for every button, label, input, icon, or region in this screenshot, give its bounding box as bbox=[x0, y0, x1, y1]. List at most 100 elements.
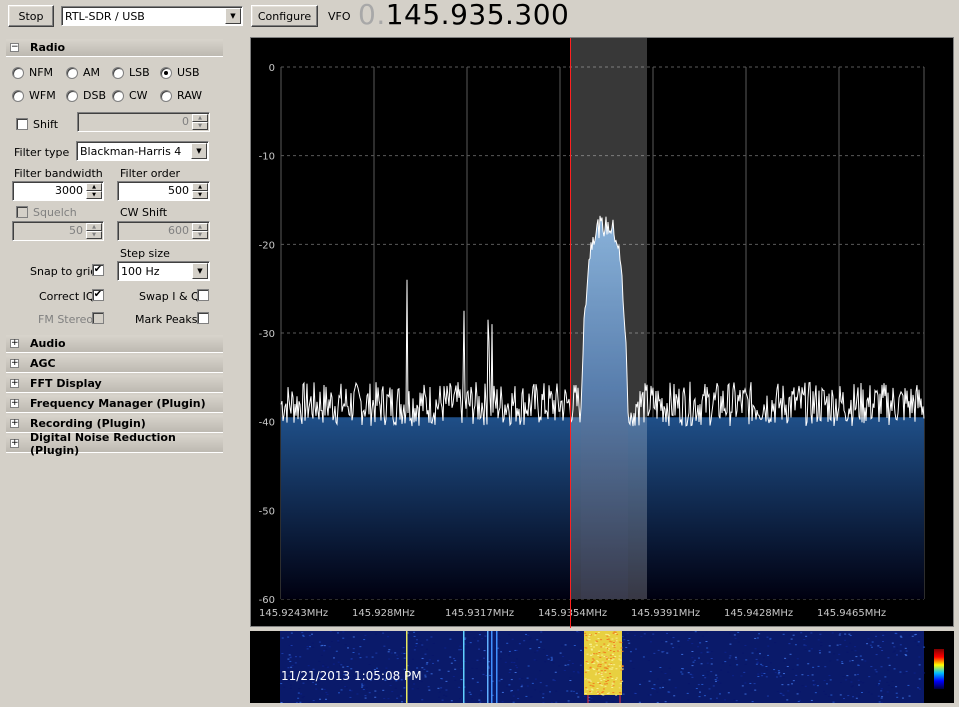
waterfall-pixel bbox=[449, 638, 452, 640]
waterfall-signal-pixel bbox=[613, 664, 616, 666]
shift-checkbox[interactable] bbox=[16, 118, 28, 130]
waterfall-signal-pixel bbox=[590, 649, 593, 651]
waterfall-pixel bbox=[403, 658, 406, 660]
waterfall-pixel bbox=[302, 696, 305, 698]
mode-radio-wfm[interactable]: WFM bbox=[12, 89, 56, 102]
chevron-down-icon[interactable]: ▼ bbox=[192, 263, 208, 279]
stop-button[interactable]: Stop bbox=[8, 5, 54, 27]
source-select[interactable]: RTL-SDR / USB ▼ bbox=[61, 6, 243, 26]
waterfall-pixel bbox=[687, 672, 690, 674]
waterfall-pixel bbox=[371, 656, 374, 658]
waterfall-pixel bbox=[309, 646, 312, 648]
chevron-down-icon[interactable]: ▼ bbox=[191, 143, 207, 159]
waterfall-signal-pixel bbox=[606, 634, 609, 636]
waterfall-pixel bbox=[476, 659, 479, 661]
mode-radio-dsb[interactable]: DSB bbox=[66, 89, 106, 102]
expand-icon: + bbox=[10, 338, 19, 348]
waterfall-pixel bbox=[539, 641, 542, 643]
mode-radio-am[interactable]: AM bbox=[66, 66, 100, 79]
waterfall-signal-pixel bbox=[610, 668, 613, 670]
snap-to-grid-checkbox[interactable]: ✔ bbox=[92, 264, 104, 276]
mode-label: LSB bbox=[129, 66, 150, 79]
waterfall-pixel bbox=[766, 695, 769, 697]
waterfall-pixel bbox=[569, 680, 572, 682]
swap-iq-label: Swap I & Q bbox=[139, 290, 200, 303]
waterfall-pixel bbox=[466, 646, 469, 648]
waterfall-pixel bbox=[724, 651, 727, 653]
configure-button[interactable]: Configure bbox=[251, 5, 318, 27]
waterfall-pixel bbox=[727, 692, 730, 694]
waterfall-signal-pixel bbox=[612, 685, 615, 687]
squelch-input[interactable]: 50 ▲ ▼ bbox=[12, 221, 104, 241]
waterfall-pixel bbox=[383, 645, 386, 647]
waterfall-pixel bbox=[852, 696, 855, 698]
filter-order-stepper[interactable]: ▲ ▼ bbox=[192, 183, 208, 199]
correct-iq-checkbox[interactable]: ✔ bbox=[92, 289, 104, 301]
waterfall-pixel bbox=[797, 700, 800, 702]
waterfall-pixel bbox=[703, 695, 706, 697]
section-fft-display[interactable]: + FFT Display bbox=[6, 375, 223, 393]
mode-radio-raw[interactable]: RAW bbox=[160, 89, 202, 102]
waterfall-pixel bbox=[781, 684, 784, 686]
filter-order-input[interactable]: 500 ▲ ▼ bbox=[117, 181, 210, 201]
vfo-frequency-display[interactable]: 0.145.935.300 bbox=[358, 0, 569, 31]
waterfall-signal-pixel bbox=[606, 635, 609, 637]
filter-bandwidth-input[interactable]: 3000 ▲ ▼ bbox=[12, 181, 104, 201]
cw-shift-stepper[interactable]: ▲ ▼ bbox=[192, 223, 208, 239]
mode-radio-lsb[interactable]: LSB bbox=[112, 66, 150, 79]
filter-bandwidth-stepper[interactable]: ▲ ▼ bbox=[86, 183, 102, 199]
waterfall-plot[interactable]: 11/21/2013 1:05:08 PM bbox=[250, 631, 954, 704]
mark-peaks-checkbox[interactable] bbox=[197, 312, 209, 324]
section-agc[interactable]: + AGC bbox=[6, 355, 223, 373]
waterfall-pixel bbox=[854, 646, 857, 648]
waterfall-pixel bbox=[854, 674, 857, 676]
cw-shift-input[interactable]: 600 ▲ ▼ bbox=[117, 221, 210, 241]
section-digital-noise-reduction[interactable]: + Digital Noise Reduction (Plugin) bbox=[6, 431, 223, 457]
waterfall-pixel bbox=[886, 691, 889, 693]
shift-stepper[interactable]: ▲ ▼ bbox=[192, 114, 208, 130]
section-frequency-manager[interactable]: + Frequency Manager (Plugin) bbox=[6, 395, 223, 413]
waterfall-pixel bbox=[718, 693, 721, 695]
filter-type-select[interactable]: Blackman-Harris 4 ▼ bbox=[76, 141, 209, 161]
waterfall-pixel bbox=[916, 644, 919, 646]
mode-radio-cw[interactable]: CW bbox=[112, 89, 148, 102]
section-audio[interactable]: + Audio bbox=[6, 335, 223, 353]
waterfall-pixel bbox=[572, 671, 575, 673]
section-radio[interactable]: − Radio bbox=[6, 39, 223, 57]
mode-radio-usb[interactable]: USB bbox=[160, 66, 200, 79]
waterfall-pixel bbox=[508, 671, 511, 673]
filter-passband-overlay[interactable] bbox=[571, 38, 647, 599]
waterfall-signal-pixel bbox=[595, 653, 598, 655]
waterfall-pixel bbox=[517, 698, 520, 700]
waterfall-pixel bbox=[649, 694, 652, 696]
waterfall-pixel bbox=[751, 652, 754, 654]
waterfall-pixel bbox=[744, 644, 747, 646]
squelch-checkbox[interactable] bbox=[16, 206, 28, 218]
mode-radio-nfm[interactable]: NFM bbox=[12, 66, 53, 79]
waterfall-signal-pixel bbox=[586, 688, 589, 690]
waterfall-display[interactable]: 11/21/2013 1:05:08 PM bbox=[250, 631, 954, 704]
waterfall-pixel bbox=[656, 701, 659, 703]
waterfall-pixel bbox=[816, 685, 819, 687]
squelch-stepper[interactable]: ▲ ▼ bbox=[86, 223, 102, 239]
shift-input[interactable]: 0 ▲ ▼ bbox=[77, 112, 210, 132]
spectrum-plot[interactable]: 0 -10 -20 -30 -40 -50 -60 145.9243MHz 145.928MH… bbox=[251, 38, 955, 628]
waterfall-pixel bbox=[534, 651, 537, 653]
waterfall-pixel bbox=[401, 701, 404, 703]
waterfall-pixel bbox=[396, 654, 399, 656]
waterfall-pixel bbox=[322, 664, 325, 666]
waterfall-pixel bbox=[877, 645, 880, 647]
fm-stereo-checkbox[interactable] bbox=[92, 312, 104, 324]
waterfall-pixel bbox=[792, 634, 795, 636]
waterfall-pixel bbox=[318, 641, 321, 643]
spectrum-analyzer[interactable]: 0 -10 -20 -30 -40 -50 -60 145.9243MHz 145.928MH… bbox=[250, 37, 955, 628]
swap-iq-checkbox[interactable] bbox=[197, 289, 209, 301]
waterfall-carrier bbox=[406, 631, 408, 703]
waterfall-pixel bbox=[566, 690, 569, 692]
step-size-select[interactable]: 100 Hz ▼ bbox=[117, 261, 210, 281]
waterfall-pixel bbox=[848, 633, 851, 635]
waterfall-pixel bbox=[777, 670, 780, 672]
waterfall-pixel bbox=[650, 636, 653, 638]
waterfall-pixel bbox=[901, 697, 904, 699]
chevron-down-icon[interactable]: ▼ bbox=[225, 8, 241, 24]
